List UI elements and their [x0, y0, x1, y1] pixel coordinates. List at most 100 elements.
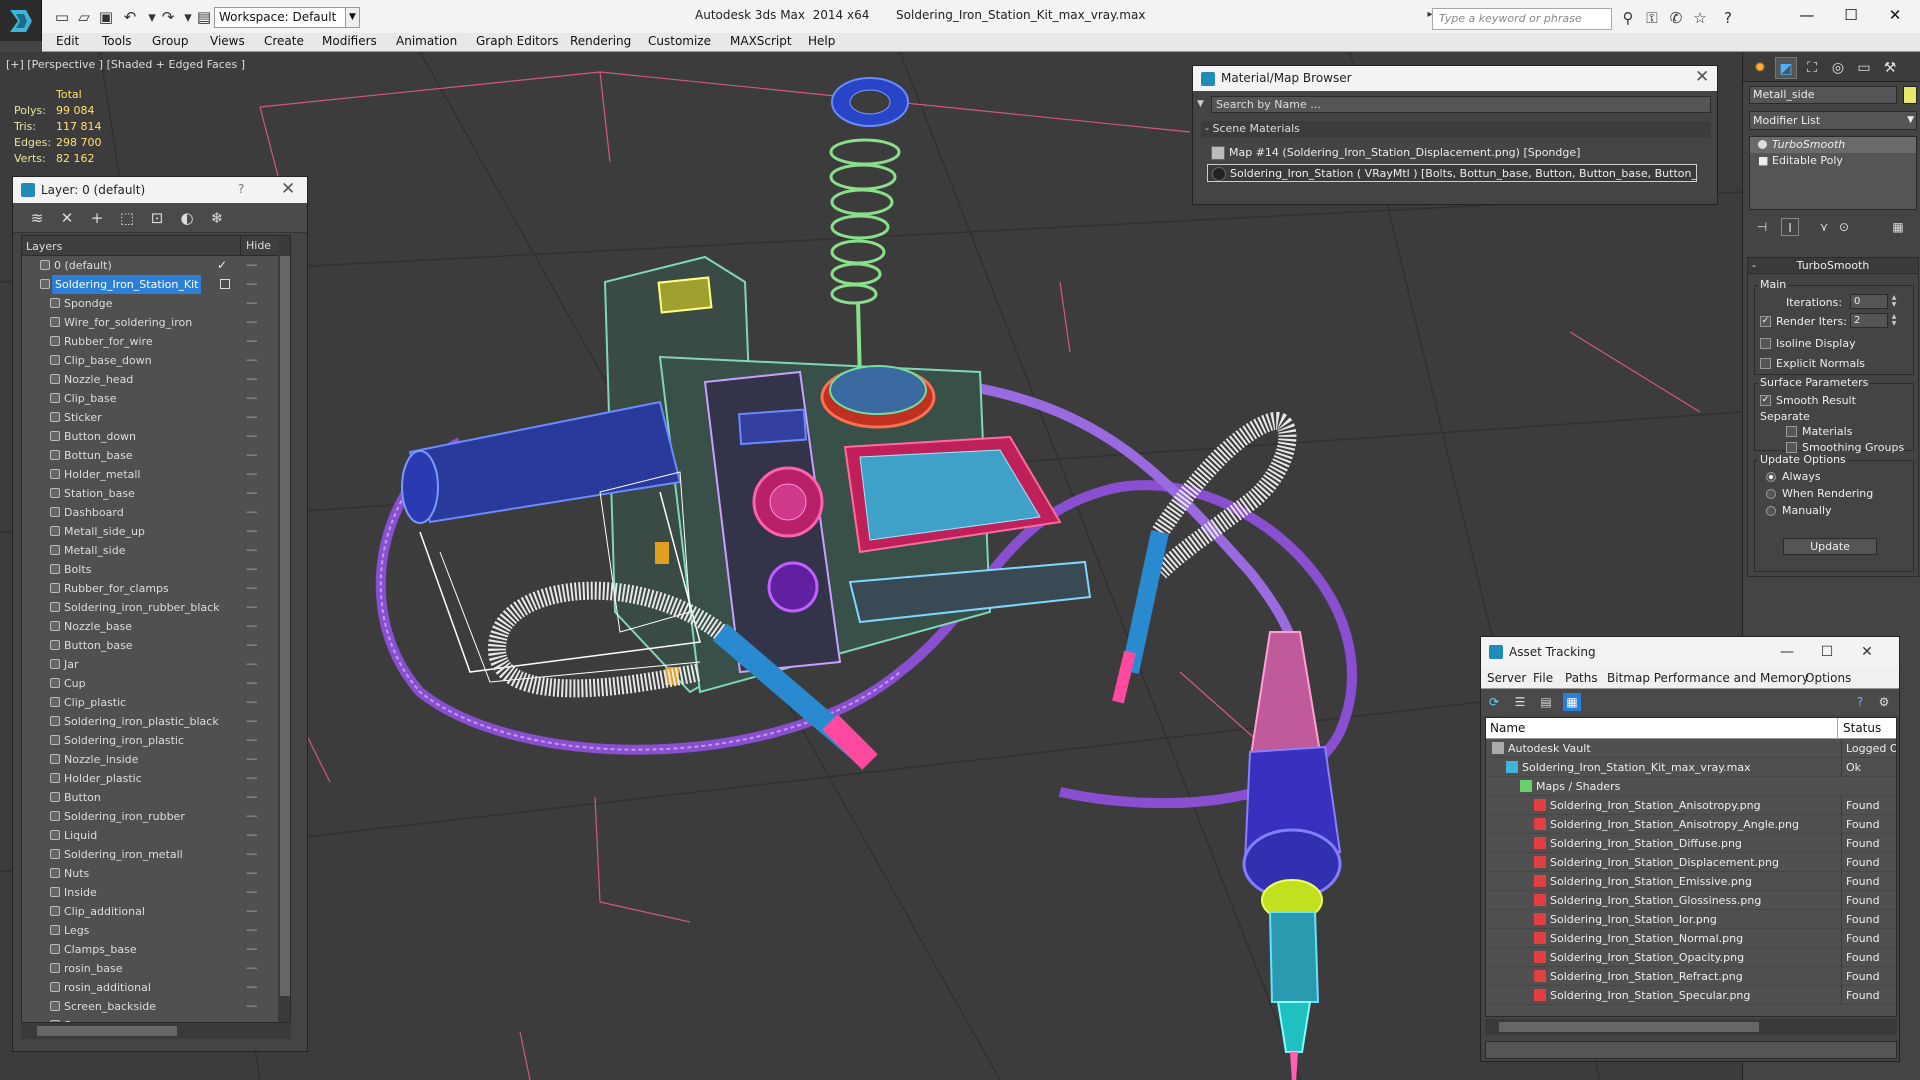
hide-toggle[interactable]: ---- [246, 579, 257, 598]
spinner-arrows-icon[interactable]: ▲ ▼ [1890, 313, 1898, 328]
hide-toggle[interactable]: ---- [246, 655, 257, 674]
layer-row[interactable]: Bottun_base ---- [22, 446, 290, 465]
hierarchy-tab-icon[interactable]: ⛶ [1801, 57, 1823, 79]
layer-row[interactable]: Bolts ---- [22, 560, 290, 579]
update-manually-radio[interactable] [1766, 506, 1776, 516]
pin-stack-icon[interactable]: ⊣ [1753, 218, 1771, 236]
asset-close-button[interactable]: ✕ [1847, 641, 1887, 663]
stack-item-editable-poly[interactable]: ■ Editable Poly [1750, 153, 1916, 169]
select-objects-icon[interactable]: ⬚ [117, 208, 137, 228]
hide-toggle[interactable]: ---- [246, 560, 257, 579]
menu-customize[interactable]: Customize [648, 34, 711, 48]
menu-tools[interactable]: Tools [102, 34, 132, 48]
layer-row[interactable]: Cup ---- [22, 674, 290, 693]
help-icon[interactable]: ? [1851, 693, 1869, 711]
hide-toggle[interactable]: ---- [246, 370, 257, 389]
object-name-field[interactable]: Metall_side [1749, 86, 1897, 104]
layer-help-button[interactable]: ? [238, 182, 244, 196]
hide-toggle[interactable]: ---- [246, 902, 257, 921]
hide-column-header[interactable]: Hide [240, 236, 271, 256]
search-options-icon[interactable]: ▼ [1197, 99, 1204, 109]
hide-toggle[interactable]: ---- [246, 845, 257, 864]
menu-maxscript[interactable]: MAXScript [730, 34, 792, 48]
layer-row[interactable]: rosin_base ---- [22, 959, 290, 978]
iterations-spinner[interactable]: 0 [1850, 294, 1888, 309]
help-icon[interactable]: ? [1718, 9, 1738, 29]
layer-row[interactable]: Dashboard ---- [22, 503, 290, 522]
hide-toggle[interactable]: ---- [246, 598, 257, 617]
hide-toggle[interactable]: ---- [246, 351, 257, 370]
hide-toggle[interactable]: ---- [246, 541, 257, 560]
open-file-icon[interactable]: ▱ [74, 7, 94, 27]
app-logo-icon[interactable] [0, 0, 42, 41]
status-column-header[interactable]: Status [1837, 718, 1881, 739]
layer-row-soldering-iron-station-kit[interactable]: Soldering_Iron_Station_Kit ---- [22, 275, 290, 294]
refresh-icon[interactable]: ⟳ [1485, 693, 1503, 711]
layer-row[interactable]: Wire_for_soldering_iron ---- [22, 313, 290, 332]
menu-graph-editors[interactable]: Graph Editors [476, 34, 558, 48]
layer-row[interactable]: Soldering_iron_plastic_black ---- [22, 712, 290, 731]
spinner-arrows-icon[interactable]: ▲ ▼ [1890, 294, 1898, 309]
asset-minimize-button[interactable]: — [1767, 641, 1807, 663]
hide-toggle[interactable]: ---- [246, 522, 257, 541]
expand-plus-icon[interactable]: ■ [1758, 153, 1768, 169]
set-current-layer-box[interactable] [220, 279, 230, 289]
asset-row[interactable]: Soldering_Iron_Station_Emissive.png Found [1486, 872, 1896, 891]
hide-toggle[interactable]: ---- [246, 465, 257, 484]
redo-icon[interactable]: ↷ [158, 7, 178, 27]
binoculars-icon[interactable]: ⚲ [1618, 9, 1638, 29]
asset-menu-file[interactable]: File [1533, 671, 1553, 685]
hide-toggle[interactable]: ---- [246, 788, 257, 807]
hide-toggle[interactable]: ---- [246, 1016, 257, 1022]
hide-toggle[interactable]: ---- [246, 636, 257, 655]
hide-toggle[interactable]: ---- [246, 408, 257, 427]
hide-toggle[interactable]: ---- [246, 332, 257, 351]
minimize-button[interactable]: — [1784, 0, 1830, 33]
menu-modifiers[interactable]: Modifiers [322, 34, 377, 48]
freeze-all-layers-icon[interactable]: ❄ [207, 208, 227, 228]
hide-toggle[interactable]: ---- [246, 864, 257, 883]
asset-row[interactable]: Soldering_Iron_Station_Opacity.png Found [1486, 948, 1896, 967]
list-view-icon[interactable]: ☰ [1511, 693, 1529, 711]
layer-row[interactable]: Holder_metall ---- [22, 465, 290, 484]
configure-sets-icon[interactable]: ▦ [1889, 218, 1907, 236]
layer-row[interactable]: Clamps_base ---- [22, 940, 290, 959]
hide-toggle[interactable]: ---- [246, 256, 257, 275]
material-browser-close-button[interactable]: ✕ [1695, 67, 1709, 87]
name-column-header[interactable]: Name [1490, 721, 1525, 735]
layer-list-scrollbar[interactable] [278, 236, 290, 1022]
undo-icon[interactable]: ↶ [120, 7, 140, 27]
asset-path-field[interactable] [1485, 1041, 1897, 1059]
table-view-icon[interactable]: ▦ [1563, 693, 1581, 711]
render-iters-spinner[interactable]: 2 [1850, 313, 1888, 328]
separate-materials-checkbox[interactable] [1786, 426, 1797, 437]
layer-row[interactable]: Button ---- [22, 788, 290, 807]
menu-views[interactable]: Views [210, 34, 245, 48]
maximize-button[interactable]: ☐ [1828, 0, 1874, 33]
hide-toggle[interactable]: ---- [246, 807, 257, 826]
layer-row[interactable]: Button_down ---- [22, 427, 290, 446]
asset-row[interactable]: Soldering_Iron_Station_Diffuse.png Found [1486, 834, 1896, 853]
hide-toggle[interactable]: ---- [246, 826, 257, 845]
hide-toggle[interactable]: ---- [246, 674, 257, 693]
layer-row[interactable]: Button_base ---- [22, 636, 290, 655]
material-search-input[interactable]: Search by Name ... [1211, 96, 1711, 113]
lightbulb-icon[interactable] [1758, 140, 1767, 149]
hide-toggle[interactable]: ---- [246, 617, 257, 636]
menu-edit[interactable]: Edit [56, 34, 79, 48]
asset-menu-bitmap-performance[interactable]: Bitmap Performance and Memory [1607, 671, 1809, 685]
scrollbar-thumb[interactable] [1499, 1022, 1759, 1032]
asset-row[interactable]: Maps / Shaders [1486, 777, 1896, 796]
add-to-layer-icon[interactable]: + [87, 208, 107, 228]
display-tab-icon[interactable]: ▭ [1853, 57, 1875, 79]
asset-row[interactable]: Soldering_Iron_Station_Ior.png Found [1486, 910, 1896, 929]
isoline-display-checkbox[interactable] [1760, 338, 1771, 349]
asset-row[interactable]: Soldering_Iron_Station_Glossiness.png Fou… [1486, 891, 1896, 910]
hide-toggle[interactable]: ---- [246, 693, 257, 712]
layer-row[interactable]: Station_base ---- [22, 484, 290, 503]
layer-row[interactable]: Clip_additional ---- [22, 902, 290, 921]
viewport-label[interactable]: [+] [Perspective ] [Shaded + Edged Faces… [6, 58, 245, 71]
layer-row[interactable]: Soldering_iron_plastic ---- [22, 731, 290, 750]
hide-toggle[interactable]: ---- [246, 997, 257, 1016]
separate-smoothing-groups-checkbox[interactable] [1786, 442, 1797, 453]
